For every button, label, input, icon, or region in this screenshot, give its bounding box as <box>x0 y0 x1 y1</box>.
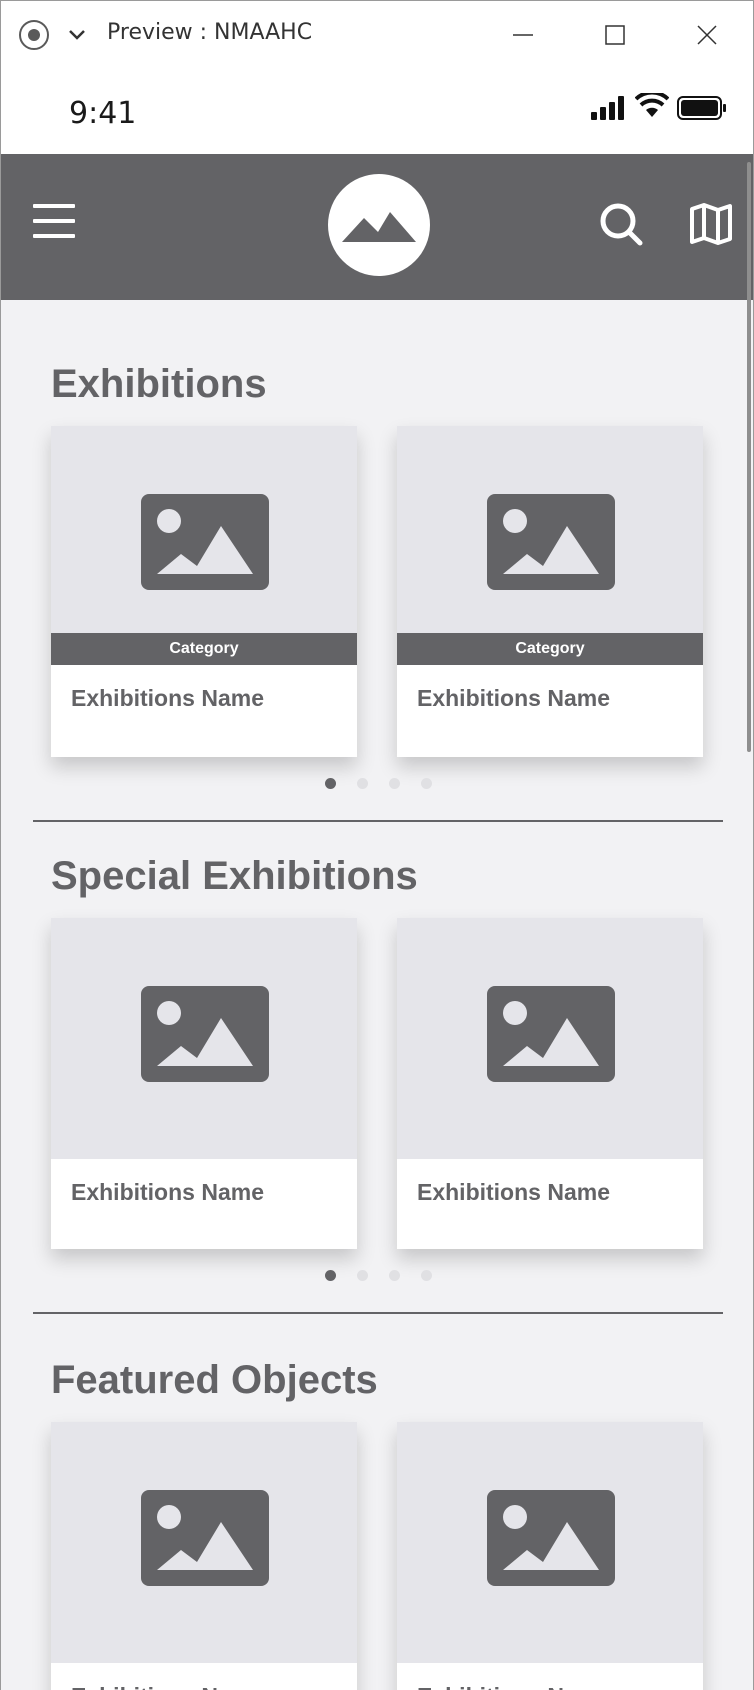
card-title: Exhibitions Name <box>397 1663 703 1690</box>
card-title: Exhibitions Name <box>51 1663 357 1690</box>
record-icon[interactable] <box>19 20 49 50</box>
page-dot[interactable] <box>357 778 368 789</box>
scrollbar[interactable] <box>747 162 751 752</box>
search-icon[interactable] <box>599 202 643 246</box>
image-icon <box>487 986 615 1082</box>
image-icon <box>141 494 269 590</box>
image-placeholder <box>51 1422 357 1663</box>
cellular-signal-icon <box>591 96 624 120</box>
section-title-special-exhibitions: Special Exhibitions <box>51 854 418 898</box>
special-exhibition-card[interactable]: Exhibitions Name <box>397 918 703 1249</box>
battery-icon <box>677 96 726 120</box>
section-divider <box>33 820 723 822</box>
section-title-featured-objects: Featured Objects <box>51 1358 378 1402</box>
close-icon[interactable] <box>689 17 725 53</box>
page-dot[interactable] <box>325 778 336 789</box>
section-divider <box>33 1312 723 1314</box>
image-placeholder <box>51 426 357 633</box>
chevron-down-icon[interactable] <box>65 23 89 47</box>
section-title-exhibitions: Exhibitions <box>51 362 267 406</box>
exhibition-card[interactable]: Category Exhibitions Name <box>51 426 357 757</box>
hamburger-menu-icon[interactable] <box>33 204 75 238</box>
phone-preview: 9:41 Exhibitions Category Exhibitions Na… <box>0 66 754 1690</box>
window-titlebar: Preview : NMAAHC <box>0 0 754 66</box>
special-exhibition-card[interactable]: Exhibitions Name <box>51 918 357 1249</box>
wifi-icon <box>635 93 669 117</box>
page-dot[interactable] <box>389 1270 400 1281</box>
image-placeholder <box>397 426 703 633</box>
featured-object-card[interactable]: Exhibitions Name <box>51 1422 357 1690</box>
page-dot[interactable] <box>421 1270 432 1281</box>
page-dot[interactable] <box>325 1270 336 1281</box>
card-title: Exhibitions Name <box>71 685 264 711</box>
image-placeholder <box>51 918 357 1159</box>
image-placeholder <box>397 1422 703 1663</box>
image-icon <box>487 494 615 590</box>
image-icon <box>141 1490 269 1586</box>
featured-object-card[interactable]: Exhibitions Name <box>397 1422 703 1690</box>
card-title: Exhibitions Name <box>417 685 610 711</box>
mountain-logo-icon[interactable] <box>328 174 430 276</box>
image-icon <box>141 986 269 1082</box>
page-dot[interactable] <box>421 778 432 789</box>
image-placeholder <box>397 918 703 1159</box>
page-dot[interactable] <box>389 778 400 789</box>
category-badge: Category <box>397 633 703 665</box>
page-dot[interactable] <box>357 1270 368 1281</box>
exhibition-card[interactable]: Category Exhibitions Name <box>397 426 703 757</box>
card-title: Exhibitions Name <box>71 1179 264 1205</box>
maximize-icon[interactable] <box>597 17 633 53</box>
minimize-icon[interactable] <box>505 17 541 53</box>
category-badge: Category <box>51 633 357 665</box>
image-icon <box>487 1490 615 1586</box>
status-bar: 9:41 <box>1 66 753 154</box>
card-title: Exhibitions Name <box>417 1179 610 1205</box>
map-icon[interactable] <box>689 202 733 246</box>
window-title: Preview : NMAAHC <box>107 20 313 45</box>
app-header <box>1 154 753 300</box>
status-time: 9:41 <box>69 96 137 131</box>
